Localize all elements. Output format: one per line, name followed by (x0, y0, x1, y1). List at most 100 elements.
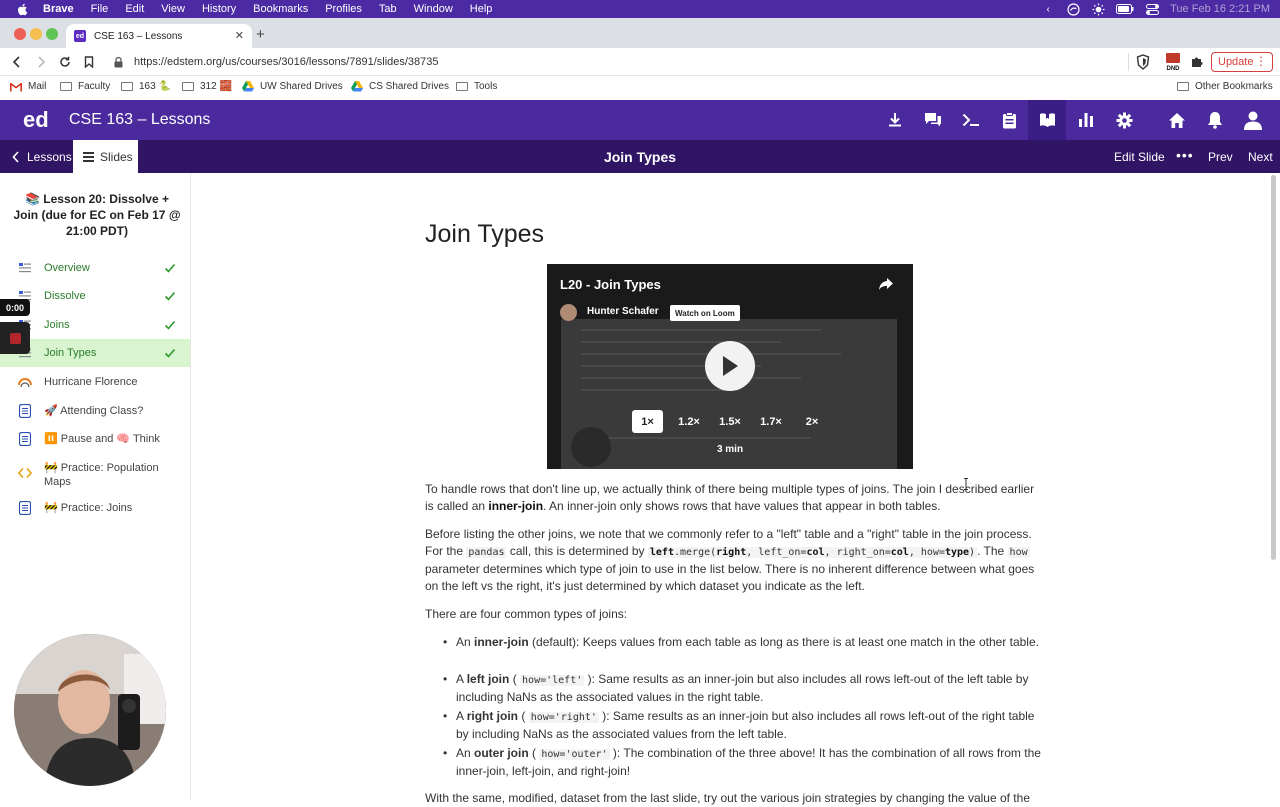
bookmark-icon[interactable] (80, 53, 98, 71)
brave-shields-icon[interactable] (1134, 53, 1152, 71)
forward-icon[interactable] (32, 53, 50, 71)
menu-profiles[interactable]: Profiles (325, 3, 362, 15)
bookmark-label: UW Shared Drives (260, 81, 343, 92)
sidebar-item-label: Dissolve (44, 290, 86, 302)
menu-window[interactable]: Window (414, 3, 453, 15)
speed-option-1-2x[interactable]: 1.2× (673, 410, 705, 433)
home-icon[interactable] (1167, 110, 1187, 130)
download-icon[interactable] (885, 110, 905, 130)
bell-icon[interactable] (1205, 110, 1225, 130)
sidebar-item-practice-population-maps[interactable]: 🚧 Practice: Population Maps (0, 460, 190, 490)
folder-icon (121, 82, 133, 91)
scrollbar-thumb[interactable] (1271, 175, 1276, 560)
stop-recording-button[interactable] (0, 322, 30, 354)
bookmark-312[interactable]: 312 🧱 (182, 81, 232, 92)
speed-option-1-7x[interactable]: 1.7× (755, 410, 787, 433)
google-drive-icon (351, 81, 363, 92)
list-item-outer-join: An outer join ( how='outer' ): The combi… (443, 745, 1043, 780)
sync-icon[interactable] (1066, 2, 1080, 16)
chat-icon[interactable] (923, 110, 943, 130)
sidebar-item-overview[interactable]: Overview (0, 254, 190, 282)
bookmark-163[interactable]: 163 🐍 (121, 81, 171, 92)
sidebar-item-attending-class[interactable]: 🚀 Attending Class? (0, 397, 190, 425)
bookmark-faculty[interactable]: Faculty (60, 81, 110, 92)
paragraph-try-it: With the same, modified, dataset from th… (425, 791, 1030, 805)
menubar-clock[interactable]: Tue Feb 16 2:21 PM (1170, 3, 1270, 15)
author-avatar (560, 304, 577, 321)
battery-icon[interactable] (1116, 3, 1134, 15)
bookmark-mail[interactable]: Mail (10, 81, 46, 92)
bookmark-other-bookmarks[interactable]: Other Bookmarks (1177, 81, 1273, 92)
browser-tab[interactable]: ed CSE 163 – Lessons ✕ (66, 24, 252, 48)
paragraph-four-types: There are four common types of joins: (425, 607, 628, 621)
play-button[interactable] (705, 341, 755, 391)
clipboard-icon[interactable] (999, 110, 1019, 130)
reload-icon[interactable] (56, 53, 74, 71)
sidebar-item-label: Join Types (44, 347, 97, 359)
bookmark-label: 312 🧱 (200, 81, 232, 92)
brightness-icon[interactable] (1091, 3, 1105, 15)
page-title: Join Types (425, 220, 545, 248)
menu-view[interactable]: View (161, 3, 185, 15)
menu-help[interactable]: Help (470, 3, 493, 15)
share-icon[interactable] (878, 276, 894, 292)
sidebar-item-hurricane-florence[interactable]: Hurricane Florence (0, 368, 190, 396)
dnd-extension-icon[interactable]: DND (1163, 53, 1183, 72)
update-button[interactable]: Update ⋮ (1211, 52, 1273, 72)
gear-icon[interactable] (1114, 110, 1134, 130)
menu-bookmarks[interactable]: Bookmarks (253, 3, 308, 15)
update-label: Update (1218, 56, 1254, 68)
close-window-button[interactable] (14, 28, 26, 40)
bookmark-cs-shared-drives[interactable]: CS Shared Drives (351, 81, 449, 92)
back-to-lessons-button[interactable]: Lessons (0, 140, 73, 173)
menu-app-name[interactable]: Brave (43, 3, 74, 15)
sidebar-item-label: ⏸️ Pause and 🧠 Think (44, 433, 160, 445)
menu-history[interactable]: History (202, 3, 236, 15)
watch-on-loom-button[interactable]: Watch on Loom (670, 305, 740, 321)
list-item-inner-join: An inner-join (default): Keeps values fr… (443, 634, 1043, 651)
minimize-window-button[interactable] (30, 28, 42, 40)
dnd-label: DND (1167, 66, 1181, 72)
sidebar-item-practice-joins[interactable]: 🚧 Practice: Joins (0, 494, 190, 522)
course-title[interactable]: CSE 163 – Lessons (69, 111, 210, 129)
address-bar[interactable]: https://edstem.org/us/courses/3016/lesso… (104, 51, 1126, 73)
menu-edit[interactable]: Edit (125, 3, 144, 15)
menu-tab[interactable]: Tab (379, 3, 397, 15)
chevron-left-icon[interactable]: ‹ (1041, 3, 1055, 15)
more-options-icon[interactable]: ••• (1176, 147, 1194, 163)
edit-slide-button[interactable]: Edit Slide (1114, 150, 1165, 164)
control-center-icon[interactable] (1145, 3, 1159, 15)
prev-slide-button[interactable]: Prev (1208, 150, 1233, 164)
bookmark-tools[interactable]: Tools (456, 81, 497, 92)
user-icon[interactable] (1243, 110, 1263, 130)
lock-icon[interactable] (114, 56, 126, 68)
chart-icon[interactable] (1076, 110, 1096, 130)
gmail-icon (10, 82, 22, 92)
apple-menu-icon[interactable] (15, 2, 29, 16)
lesson-subheader: Lessons Slides Join Types Edit Slide •••… (0, 140, 1280, 173)
slides-label: Slides (100, 149, 133, 164)
menu-file[interactable]: File (91, 3, 109, 15)
loom-video-player[interactable]: L20 - Join Types Hunter Schafer Watch on… (547, 264, 913, 469)
check-icon (164, 263, 176, 273)
back-icon[interactable] (8, 53, 26, 71)
zoom-window-button[interactable] (46, 28, 58, 40)
bookmark-uw-shared-drives[interactable]: UW Shared Drives (242, 81, 343, 92)
ed-logo[interactable]: ed (23, 107, 49, 133)
lessons-icon[interactable] (1028, 100, 1066, 140)
slides-toggle-button[interactable]: Slides (73, 140, 138, 173)
next-slide-button[interactable]: Next (1248, 150, 1273, 164)
close-tab-icon[interactable]: ✕ (235, 29, 244, 42)
check-icon (164, 291, 176, 301)
video-title: L20 - Join Types (560, 277, 661, 292)
sidebar-item-label: 🚀 Attending Class? (44, 405, 144, 417)
quiz-icon (18, 432, 32, 446)
new-tab-icon[interactable]: + (256, 26, 265, 43)
extensions-puzzle-icon[interactable] (1188, 53, 1206, 71)
speed-option-1-5x[interactable]: 1.5× (714, 410, 746, 433)
speed-option-2x[interactable]: 2× (800, 410, 824, 433)
sidebar-item-pause-and-think[interactable]: ⏸️ Pause and 🧠 Think (0, 425, 190, 453)
terminal-icon[interactable] (961, 110, 981, 130)
chevron-left-icon (12, 150, 19, 163)
speed-option-1x[interactable]: 1× (632, 410, 663, 433)
